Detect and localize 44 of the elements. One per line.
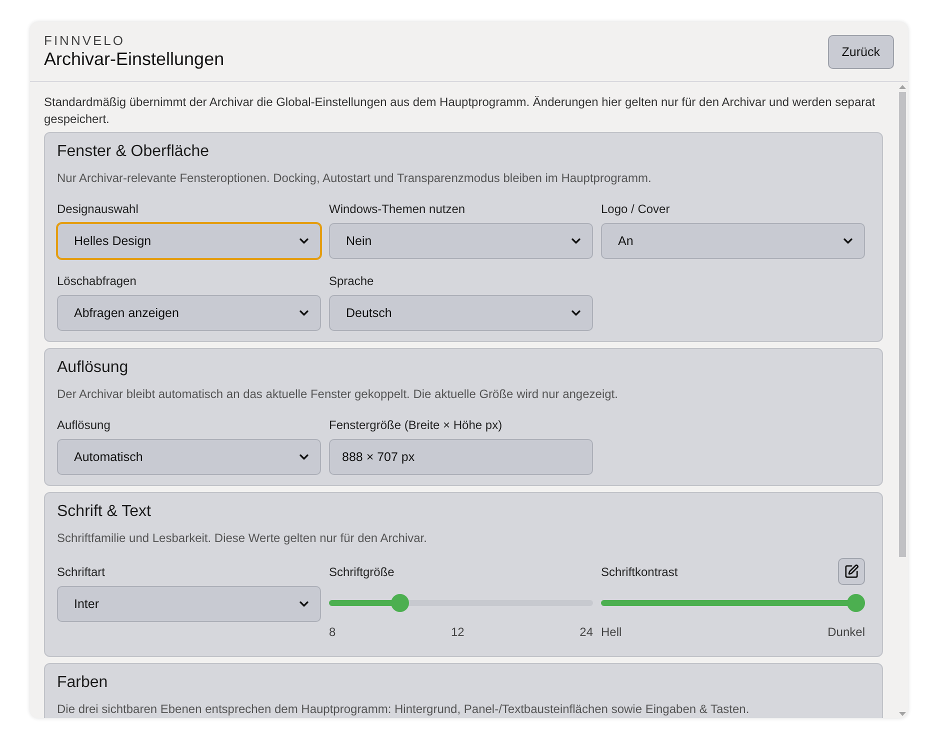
field-label: Fenstergröße (Breite × Höhe px) xyxy=(329,417,502,433)
section-title: Fenster & Oberfläche xyxy=(57,142,210,162)
scale-label: 24 xyxy=(580,624,593,640)
field-label: Sprache xyxy=(329,273,374,289)
field-label: Schriftkontrast xyxy=(601,564,678,580)
slider-track[interactable] xyxy=(601,594,865,612)
section-description: Die drei sichtbaren Ebenen entsprechen dem Hauptprogramm: Hintergrund, Panel-/Textbausteinflächen sowie Eingaben & Tasten. xyxy=(57,701,750,717)
select-field[interactable]: Automatisch xyxy=(57,439,321,475)
section-title: Farben xyxy=(57,673,109,693)
dialog-title: Archivar-Einstellungen xyxy=(44,49,224,70)
field-label: Designauswahl xyxy=(57,201,138,217)
slider-track[interactable] xyxy=(329,594,593,612)
select-field[interactable]: Inter xyxy=(57,586,321,622)
edit-icon xyxy=(844,564,859,579)
intro-text: Standardmäßig übernimmt der Archivar die Global-Einstellungen aus dem Hauptprogramm. Änderungen hier gelten nur für den Archivar und werden separat gespeichert. xyxy=(44,94,876,128)
field-label: Schriftgröße xyxy=(329,564,394,580)
slider-thumb[interactable] xyxy=(847,594,865,612)
scale-label: Dunkel xyxy=(828,624,865,640)
input-field[interactable]: 888 × 707 px xyxy=(329,439,593,475)
select-field[interactable]: Helles Design xyxy=(57,223,321,259)
scale-label: 8 xyxy=(329,624,336,640)
brand-name: FINNVELO xyxy=(44,33,126,48)
field-label: Schriftart xyxy=(57,564,106,580)
scroll-down-icon[interactable] xyxy=(899,712,906,716)
scale-label: 12 xyxy=(450,624,464,640)
field-label: Löschabfragen xyxy=(57,273,136,289)
section-description: Nur Archivar-relevante Fensteroptionen. Docking, Autostart und Transparenzmodus bleiben im Hauptprogramm. xyxy=(57,170,652,186)
back-button[interactable]: Zurück xyxy=(828,34,894,68)
scrollbar-thumb[interactable] xyxy=(899,92,906,557)
select-field[interactable]: Nein xyxy=(329,223,593,259)
scroll-up-icon[interactable] xyxy=(899,85,906,89)
scale-label: Hell xyxy=(601,624,622,640)
select-field[interactable]: An xyxy=(601,223,865,259)
field-label: Windows-Themen nutzen xyxy=(329,201,466,217)
select-field[interactable]: Deutsch xyxy=(329,295,593,331)
section-title: Auflösung xyxy=(57,358,130,378)
select-field[interactable]: Abfragen anzeigen xyxy=(57,295,321,331)
field-label: Auflösung xyxy=(57,417,110,433)
section-description: Der Archivar bleibt automatisch an das aktuelle Fenster gekoppelt. Die aktuelle Größe wird nur angezeigt. xyxy=(57,386,619,402)
slider-thumb[interactable] xyxy=(390,594,408,612)
edit-button[interactable] xyxy=(838,558,865,585)
section-description: Schriftfamilie und Lesbarkeit. Diese Werte gelten nur für den Archivar. xyxy=(57,530,428,546)
field-label: Logo / Cover xyxy=(601,201,670,217)
section-title: Schrift & Text xyxy=(57,502,152,522)
